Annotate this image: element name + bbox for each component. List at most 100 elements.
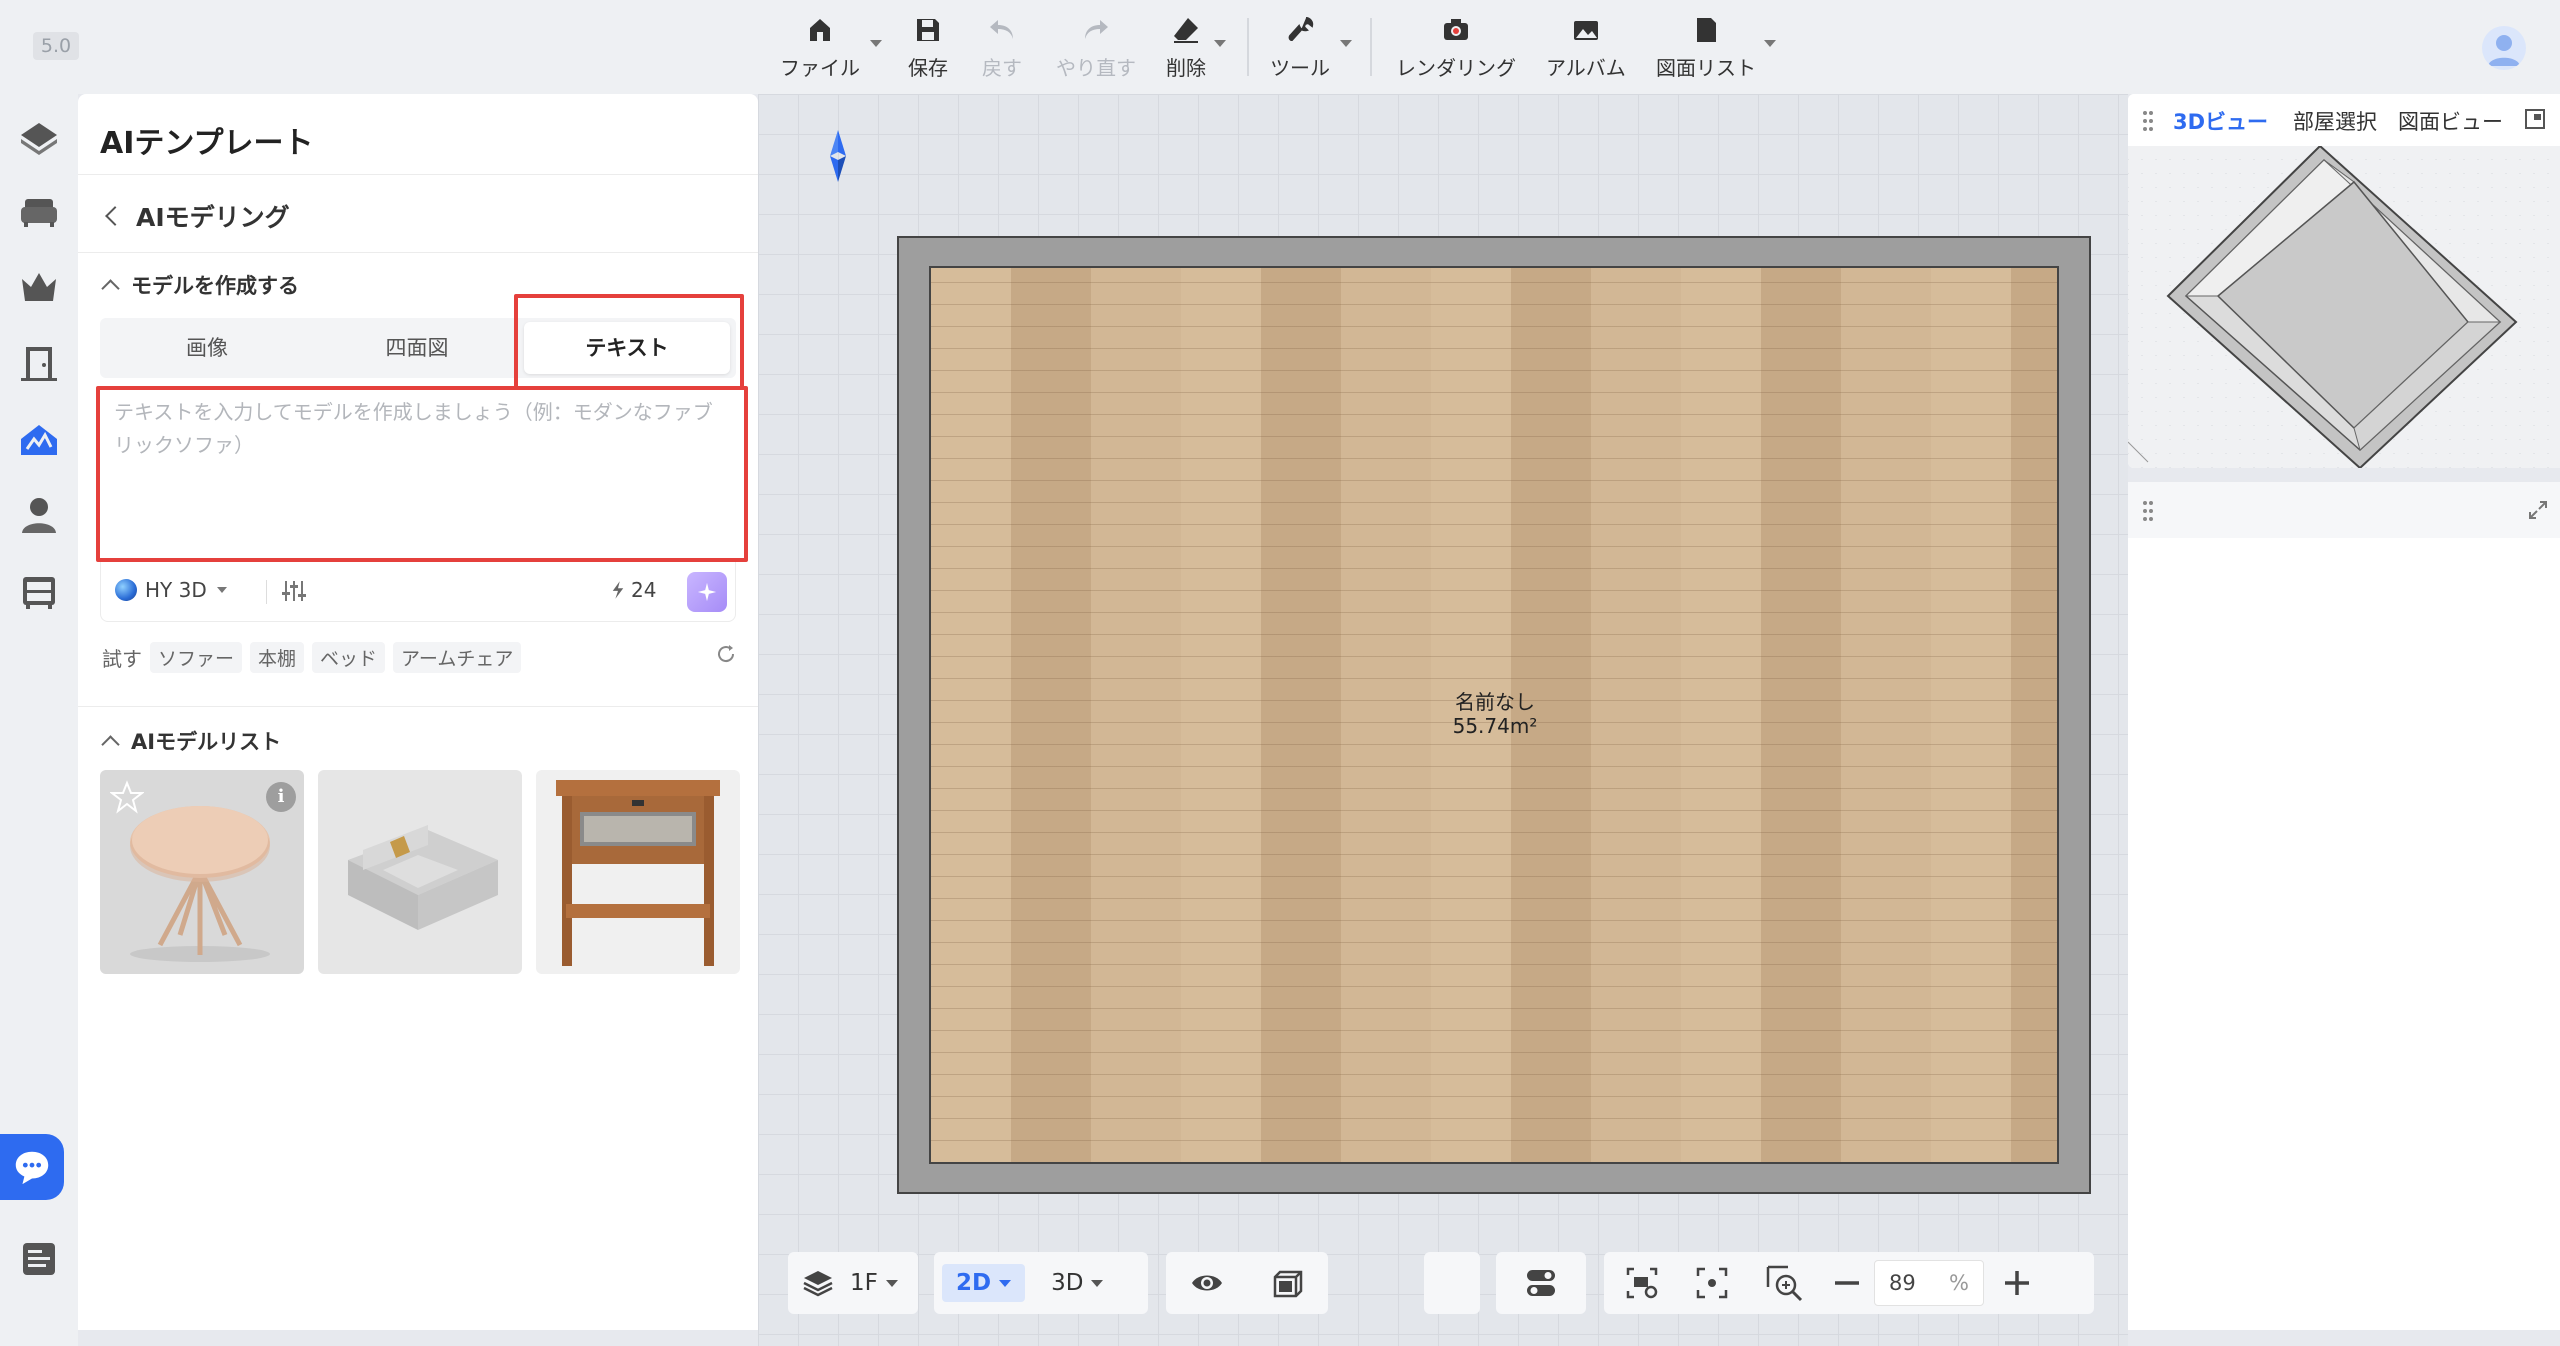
camera-icon	[1444, 19, 1468, 40]
crown-icon	[22, 273, 56, 301]
chevron-down-icon	[999, 1279, 1012, 1287]
suggestion-chip[interactable]: ソファー	[150, 642, 243, 673]
rail-item-furniture[interactable]	[16, 188, 62, 234]
model-card-sofa[interactable]	[318, 770, 522, 974]
chevron-down-icon	[1091, 1279, 1104, 1287]
blank-tool-button[interactable]	[1424, 1252, 1480, 1314]
tab-four-view[interactable]: 四面図	[314, 322, 520, 374]
rail-item-house[interactable]	[16, 114, 62, 160]
zoom-in-icon[interactable]	[2002, 1268, 2032, 1298]
view-settings-icon[interactable]	[1624, 1265, 1660, 1301]
view-3d-button[interactable]: 3D	[1051, 1270, 1104, 1296]
rail-item-doors[interactable]	[16, 340, 62, 386]
suggestion-chip[interactable]: 本棚	[250, 642, 305, 673]
room-label[interactable]: 名前なし 55.74m²	[1440, 690, 1550, 738]
section-label: AIモデルリスト	[131, 730, 282, 754]
wrench-icon	[1288, 17, 1314, 42]
chevron-down-icon[interactable]	[1764, 40, 1776, 47]
chat-bubble-icon	[15, 1151, 49, 1185]
tools-menu-button[interactable]: ツール	[1270, 14, 1330, 81]
tab-plan-view[interactable]: 図面ビュー	[2398, 106, 2503, 136]
room-name: 名前なし	[1455, 690, 1535, 714]
sofa-icon	[21, 199, 57, 227]
delete-button[interactable]: 削除	[1166, 14, 1206, 81]
avatar[interactable]	[2482, 26, 2526, 70]
display-options	[1166, 1252, 1328, 1314]
cube-icon[interactable]	[1271, 1266, 1305, 1300]
credit-count: 24	[611, 578, 656, 602]
model-list-section-toggle[interactable]: AIモデルリスト	[101, 726, 282, 756]
album-icon	[1573, 21, 1598, 40]
divider	[78, 706, 758, 707]
tab-3d-view[interactable]: 3Dビュー	[2173, 106, 2268, 136]
compass-icon[interactable]	[830, 130, 846, 182]
lightning-icon	[612, 581, 624, 599]
chat-button[interactable]	[0, 1134, 64, 1200]
chevron-up-icon	[101, 278, 120, 298]
model-card-nightstand[interactable]	[536, 770, 740, 974]
eye-icon[interactable]	[1190, 1266, 1224, 1300]
rail-item-layout[interactable]	[16, 1236, 62, 1282]
sliders-icon[interactable]	[281, 578, 307, 604]
nightstand-thumbnail	[556, 780, 720, 966]
chevron-down-icon[interactable]	[1340, 40, 1352, 47]
model-name: HY 3D	[145, 578, 207, 602]
preview-tabs: 3Dビュー 部屋選択 図面ビュー	[2128, 94, 2560, 146]
save-button[interactable]: 保存	[908, 14, 948, 81]
rail-item-user[interactable]	[16, 492, 62, 538]
tab-image[interactable]: 画像	[104, 322, 310, 374]
globe-icon	[115, 579, 137, 601]
chevron-down-icon[interactable]	[1214, 40, 1226, 47]
zoom-out-icon[interactable]	[1832, 1268, 1862, 1298]
properties-header	[2128, 482, 2560, 538]
view-2d-button[interactable]: 2D	[942, 1264, 1026, 1302]
toggle-settings-button[interactable]	[1496, 1252, 1586, 1314]
suggestion-chip[interactable]: アームチェア	[393, 642, 522, 673]
popout-icon[interactable]	[2524, 108, 2546, 130]
rendering-button[interactable]: レンダリング	[1396, 14, 1516, 81]
model-select[interactable]: HY 3D	[115, 578, 227, 602]
tab-room-select[interactable]: 部屋選択	[2293, 106, 2377, 136]
divider	[266, 580, 267, 604]
home-file-icon	[810, 19, 830, 41]
floor-selector[interactable]: 1F	[788, 1252, 918, 1314]
3d-preview-view[interactable]	[2128, 144, 2560, 468]
suggestion-chip[interactable]: ベッド	[312, 642, 386, 673]
back-button[interactable]: AIモデリング	[102, 198, 290, 234]
ai-template-panel: AIテンプレート AIモデリング モデルを作成する 画像 四面図 テキスト HY…	[78, 94, 758, 1330]
info-icon[interactable]: i	[266, 782, 296, 812]
model-card-round-table[interactable]: i	[100, 770, 304, 974]
eraser-icon	[1174, 18, 1198, 43]
version-badge: 5.0	[33, 32, 79, 60]
3d-room-preview	[2128, 144, 2518, 468]
album-button[interactable]: アルバム	[1546, 14, 1626, 81]
file-menu-button[interactable]: ファイル	[780, 14, 860, 81]
chevron-down-icon[interactable]	[870, 40, 882, 47]
top-toolbar: 5.0 ファイル 保存 戻す やり直す 削除 ツール レンダリング アルバム 図…	[0, 0, 2560, 94]
properties-panel	[2128, 482, 2560, 1330]
drag-handle-icon[interactable]	[2142, 110, 2154, 132]
divider	[78, 174, 758, 175]
section-label: モデルを作成する	[131, 274, 299, 298]
user-avatar-icon	[2488, 35, 2520, 66]
drag-handle-icon[interactable]	[2142, 500, 2154, 522]
zoom-area-icon[interactable]	[1764, 1263, 1804, 1303]
generate-button[interactable]	[687, 572, 727, 612]
divider	[78, 252, 758, 253]
star-icon[interactable]	[110, 780, 144, 814]
refresh-icon[interactable]	[714, 642, 738, 666]
cabinet-icon	[23, 577, 55, 609]
fit-view-icon[interactable]	[1694, 1265, 1730, 1301]
rail-item-cabinet[interactable]	[16, 568, 62, 614]
rail-item-ai-modeling[interactable]	[16, 416, 62, 462]
ai-model-list: i	[100, 770, 740, 974]
toolbar-divider	[1247, 18, 1249, 76]
highlight-prompt-input	[96, 386, 748, 562]
drawing-list-button[interactable]: 図面リスト	[1656, 14, 1756, 81]
rail-item-premium[interactable]	[16, 264, 62, 310]
redo-button[interactable]: やり直す	[1056, 14, 1136, 81]
create-model-section-toggle[interactable]: モデルを作成する	[101, 270, 299, 300]
expand-icon[interactable]	[2528, 500, 2548, 520]
undo-button[interactable]: 戻す	[982, 14, 1022, 81]
zoom-level-input[interactable]: 89 %	[1874, 1260, 1984, 1306]
